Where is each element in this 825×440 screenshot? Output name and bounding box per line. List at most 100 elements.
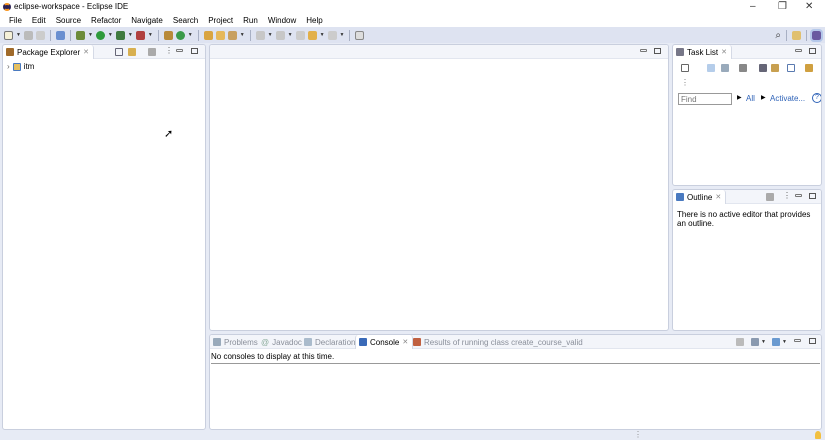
minimize-button[interactable]: –: [750, 1, 756, 12]
tab-label: Console: [370, 337, 400, 347]
sync-repository-icon[interactable]: [805, 64, 813, 72]
display-console-icon[interactable]: [751, 338, 759, 346]
tree-item-itm[interactable]: › itm: [7, 62, 34, 71]
maximize-view-icon[interactable]: [191, 48, 198, 54]
categorized-icon[interactable]: [707, 64, 715, 72]
run-icon[interactable]: [95, 30, 105, 40]
close-button[interactable]: ✕: [805, 1, 813, 12]
java-perspective-icon[interactable]: [810, 28, 823, 42]
new-java-package-icon[interactable]: [163, 30, 173, 40]
back-icon[interactable]: [307, 30, 317, 40]
tip-lightbulb-icon[interactable]: [815, 431, 821, 439]
search-icon[interactable]: ⌕: [775, 30, 781, 41]
restore-button[interactable]: ❐: [778, 1, 787, 12]
save-all-icon[interactable]: [35, 30, 45, 40]
maximize-view-icon[interactable]: [809, 193, 816, 199]
declaration-icon: [304, 338, 312, 346]
menu-navigate[interactable]: Navigate: [126, 14, 168, 27]
coverage-icon[interactable]: [115, 30, 125, 40]
filter-icon[interactable]: [766, 193, 774, 201]
tab-problems[interactable]: Problems: [210, 335, 262, 349]
minimize-view-icon[interactable]: [795, 49, 802, 52]
previous-annotation-icon[interactable]: [275, 30, 285, 40]
close-tab-icon[interactable]: ✕: [83, 48, 89, 56]
menu-project[interactable]: Project: [203, 14, 238, 27]
main-toolbar: ▼ ▼ ▼ ▼ ▼ ▼ ▼ ▼ ▼ ▼ ▼ ⌕: [0, 27, 825, 43]
minimize-view-icon[interactable]: [794, 339, 801, 342]
all-arrow-icon: ▶: [737, 95, 742, 101]
debug-icon[interactable]: [75, 30, 85, 40]
next-annotation-icon[interactable]: [255, 30, 265, 40]
maximize-editor-icon[interactable]: [654, 48, 661, 54]
open-task-icon[interactable]: [215, 30, 225, 40]
eclipse-logo-icon: [3, 3, 11, 11]
close-tab-icon[interactable]: ✕: [721, 48, 727, 56]
minimize-view-icon[interactable]: [176, 49, 183, 52]
new-task-icon[interactable]: [681, 64, 689, 72]
filter-icon[interactable]: [148, 48, 156, 56]
scheduled-icon[interactable]: [721, 64, 729, 72]
external-tools-icon[interactable]: [135, 30, 145, 40]
editor-area[interactable]: [209, 44, 669, 331]
synchronize-icon[interactable]: [771, 64, 779, 72]
outline-message: There is no active editor that provides …: [677, 210, 811, 228]
search-tool-icon[interactable]: [227, 30, 237, 40]
focus-icon[interactable]: [739, 64, 747, 72]
minimize-editor-icon[interactable]: [640, 49, 647, 52]
help-icon[interactable]: ?: [812, 93, 821, 103]
outline-icon: [676, 193, 684, 201]
tab-label: Outline: [687, 192, 713, 202]
tab-task-list[interactable]: Task List ✕: [673, 45, 732, 59]
close-tab-icon[interactable]: ✕: [402, 338, 408, 346]
menu-window[interactable]: Window: [263, 14, 301, 27]
menu-run[interactable]: Run: [238, 14, 263, 27]
minimize-view-icon[interactable]: [795, 194, 802, 197]
view-menu-icon[interactable]: ⋮: [681, 78, 689, 87]
open-perspective-icon[interactable]: [792, 30, 801, 40]
maximize-view-icon[interactable]: [809, 338, 816, 344]
activate-arrow-icon: ▶: [761, 95, 766, 101]
skip-breakpoints-icon[interactable]: [55, 30, 65, 40]
open-type-icon[interactable]: [203, 30, 213, 40]
link-with-editor-icon[interactable]: [128, 48, 136, 56]
tab-outline[interactable]: Outline ✕: [673, 190, 727, 204]
tab-console[interactable]: Console ✕: [355, 335, 414, 349]
last-edit-icon[interactable]: [295, 30, 305, 40]
outline-panel: Outline ✕ ⋮ There is no active editor th…: [672, 189, 822, 331]
tab-results[interactable]: Results of running class create_course_v…: [410, 335, 587, 349]
all-link[interactable]: All: [746, 94, 755, 103]
tree-item-label: itm: [23, 62, 35, 71]
tab-label: Declaration: [315, 337, 356, 347]
collapse-all-icon[interactable]: [115, 48, 123, 56]
find-input[interactable]: [678, 93, 732, 105]
menu-edit[interactable]: Edit: [27, 14, 51, 27]
save-icon[interactable]: [23, 30, 33, 40]
menu-file[interactable]: File: [4, 14, 27, 27]
activate-link[interactable]: Activate...: [770, 94, 805, 103]
console-icon: [359, 338, 367, 346]
tab-label: Javadoc: [272, 337, 302, 347]
maximize-view-icon[interactable]: [809, 48, 816, 54]
menu-search[interactable]: Search: [168, 14, 203, 27]
hide-completed-icon[interactable]: [759, 64, 767, 72]
view-menu-icon[interactable]: ⋮: [783, 191, 791, 200]
menu-help[interactable]: Help: [301, 14, 327, 27]
new-icon[interactable]: [4, 30, 13, 40]
tab-javadoc[interactable]: @ Javadoc: [258, 335, 306, 349]
new-java-class-icon[interactable]: [175, 30, 185, 40]
workbench: Package Explorer ✕ ⋮ › itm ➚ Task List ✕…: [0, 43, 825, 431]
pin-console-icon[interactable]: [736, 338, 744, 346]
javadoc-icon: @: [261, 337, 270, 347]
menu-source[interactable]: Source: [51, 14, 86, 27]
view-menu-icon[interactable]: ⋮: [165, 46, 173, 55]
menu-refactor[interactable]: Refactor: [86, 14, 126, 27]
expand-chevron-icon[interactable]: ›: [7, 62, 10, 71]
tab-package-explorer[interactable]: Package Explorer ✕: [3, 45, 95, 59]
collapse-all-icon[interactable]: [787, 64, 795, 72]
close-tab-icon[interactable]: ✕: [715, 193, 721, 201]
mouse-cursor-icon: ➚: [164, 128, 174, 140]
tab-declaration[interactable]: Declaration: [301, 335, 359, 349]
open-console-icon[interactable]: [772, 338, 780, 346]
pin-editor-icon[interactable]: [355, 30, 365, 40]
forward-icon[interactable]: [327, 30, 337, 40]
